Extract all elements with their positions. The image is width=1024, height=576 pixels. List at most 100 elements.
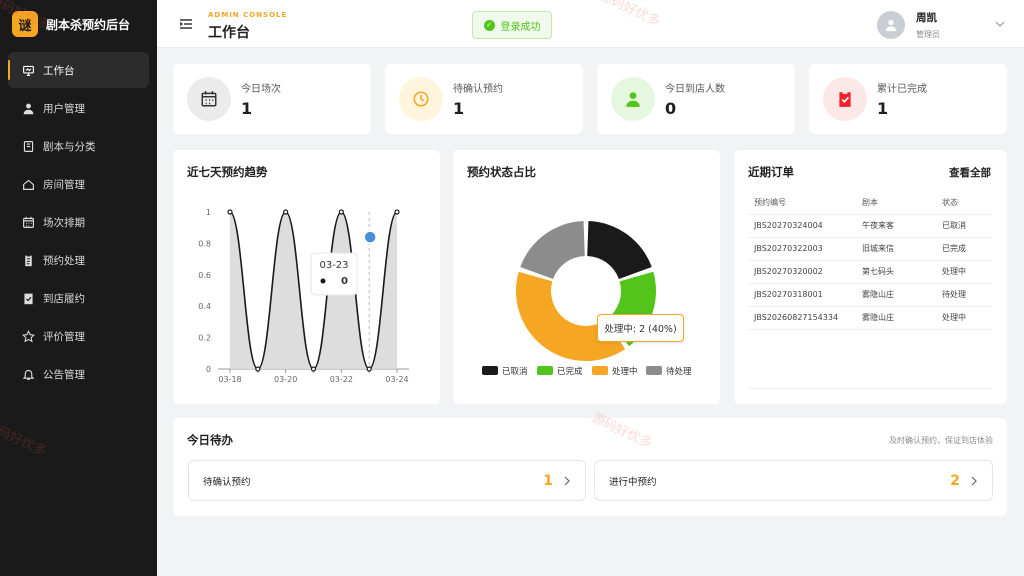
trend-point xyxy=(338,209,344,215)
book-icon xyxy=(23,140,34,152)
bell-icon xyxy=(22,369,35,380)
user-icon xyxy=(23,103,34,114)
user-role: 管理员 xyxy=(916,30,940,39)
sidebar-menu: 工作台 用户管理 剧本与分类 房间管理 场次排期 预约处理 到店履约 评价管理 xyxy=(0,52,157,392)
todo-label: 进行中预约 xyxy=(609,476,657,488)
user-name: 周凯 xyxy=(916,12,937,24)
clock-icon xyxy=(413,91,429,107)
order-id: JBS20260827154334 xyxy=(748,306,856,330)
y-tick-label: 1 xyxy=(206,208,211,217)
sidebar-item-notices[interactable]: 公告管理 xyxy=(8,356,149,392)
user-icon xyxy=(885,19,897,32)
order-status: 处理中 xyxy=(936,306,992,330)
table-row[interactable]: JBS20260827154334 雾隐山庄 处理中 xyxy=(748,306,992,330)
status-chart-card: 预约状态占比 已取消 已完成 处理中 待处理 处理中: 2 (40%) xyxy=(453,150,720,404)
y-tick-label: 0 xyxy=(206,365,211,374)
stat-icon-wrap xyxy=(611,77,655,121)
sidebar-item-scripts[interactable]: 剧本与分类 xyxy=(8,128,149,164)
donut-slice xyxy=(520,221,585,280)
stat-card-pending-bookings[interactable]: 待确认预约 1 xyxy=(385,64,583,134)
order-status: 处理中 xyxy=(936,260,992,284)
user-icon xyxy=(626,92,640,107)
x-tick-label: 03-18 xyxy=(218,375,241,384)
stat-card-today-sessions[interactable]: 今日场次 1 xyxy=(173,64,371,134)
brand[interactable]: 谜 剧本杀预约后台 xyxy=(0,0,157,48)
legend-swatch xyxy=(646,366,662,375)
sidebar-item-label: 场次排期 xyxy=(43,216,85,229)
sidebar-item-label: 公告管理 xyxy=(43,368,85,381)
trend-point xyxy=(283,209,289,215)
page-title: 工作台 xyxy=(208,25,250,41)
header: ADMIN CONSOLE 工作台 ✓ 登录成功 周凯 管理员 xyxy=(157,0,1024,48)
sidebar-item-schedule[interactable]: 场次排期 xyxy=(8,204,149,240)
todo-pending-bookings[interactable]: 待确认预约 1 xyxy=(188,460,586,501)
todo-in-progress-bookings[interactable]: 进行中预约 2 xyxy=(594,460,993,501)
y-tick-label: 0.6 xyxy=(198,271,211,280)
order-id: JBS20270320002 xyxy=(748,260,856,284)
todo-title: 今日待办 xyxy=(187,433,233,447)
trend-chart[interactable]: 0 0.2 0.4 0.6 0.8 1 03-18 03-20 03-22 03-24 03-23… xyxy=(173,150,440,404)
todo-count: 2 xyxy=(950,472,960,489)
donut-tooltip-text: 处理中: 2 (40%) xyxy=(604,324,677,335)
table-header-row: 预约编号 剧本 状态 xyxy=(748,192,992,215)
sidebar-item-checkin[interactable]: 到店履约 xyxy=(8,280,149,316)
order-script: 雾隐山庄 xyxy=(856,283,936,307)
clipboard-icon xyxy=(25,254,32,266)
check-clipboard-icon xyxy=(24,293,33,304)
stat-card-total-completed[interactable]: 累计已完成 1 xyxy=(809,64,1007,134)
tooltip-value: 0 xyxy=(341,276,348,287)
orders-table: 预约编号 剧本 状态 JBS20270324004 午夜来客 已取消 JBS20… xyxy=(748,192,992,330)
sidebar-item-rooms[interactable]: 房间管理 xyxy=(8,166,149,202)
table-footer-divider xyxy=(748,388,992,389)
todo-count: 1 xyxy=(543,472,553,489)
brand-logo: 谜 xyxy=(12,11,38,37)
view-all-link[interactable]: 查看全部 xyxy=(949,165,991,180)
status-donut-chart[interactable]: 已取消 已完成 处理中 待处理 xyxy=(453,150,720,404)
monitor-icon xyxy=(23,65,34,76)
user-menu[interactable]: 周凯 管理员 xyxy=(877,10,940,40)
table-row[interactable]: JBS20270320002 第七码头 处理中 xyxy=(748,260,992,284)
trend-point xyxy=(255,366,261,372)
trend-tooltip: 03-23 0 xyxy=(310,252,358,296)
order-id: JBS20270322003 xyxy=(748,237,856,261)
stat-label: 累计已完成 xyxy=(877,84,927,95)
sidebar-item-label: 预约处理 xyxy=(43,254,85,267)
stat-value: 1 xyxy=(877,99,889,118)
todo-label: 待确认预约 xyxy=(203,476,251,488)
menu-toggle-icon[interactable] xyxy=(179,17,193,31)
legend-label: 处理中 xyxy=(612,366,638,377)
y-tick-label: 0.2 xyxy=(198,334,211,343)
trend-point xyxy=(227,209,233,215)
table-row[interactable]: JBS20270322003 旧城来信 已完成 xyxy=(748,237,992,261)
y-tick-label: 0.8 xyxy=(198,239,211,248)
avatar[interactable] xyxy=(877,11,905,39)
sidebar-item-label: 房间管理 xyxy=(43,178,85,191)
x-tick-label: 03-24 xyxy=(385,375,408,384)
sidebar-item-label: 剧本与分类 xyxy=(43,140,96,153)
stat-icon-wrap xyxy=(187,77,231,121)
stat-icon-wrap xyxy=(823,77,867,121)
chevron-right-icon xyxy=(564,476,570,485)
stat-value: 1 xyxy=(453,99,465,118)
sidebar-item-reviews[interactable]: 评价管理 xyxy=(8,318,149,354)
sidebar-item-label: 工作台 xyxy=(43,64,75,77)
sidebar-item-users[interactable]: 用户管理 xyxy=(8,90,149,126)
calendar-icon xyxy=(23,216,34,228)
trend-point xyxy=(310,366,317,372)
sidebar-item-bookings[interactable]: 预约处理 xyxy=(8,242,149,278)
login-success-toast: ✓ 登录成功 xyxy=(472,11,552,39)
chevron-down-icon[interactable] xyxy=(995,20,1005,28)
column-header: 剧本 xyxy=(856,192,936,215)
donut-slice xyxy=(587,221,652,280)
sidebar-item-dashboard[interactable]: 工作台 xyxy=(8,52,149,88)
table-row[interactable]: JBS20270318001 雾隐山庄 待处理 xyxy=(748,283,992,307)
sidebar-item-label: 到店履约 xyxy=(43,292,85,305)
table-row[interactable]: JBS20270324004 午夜来客 已取消 xyxy=(748,214,992,238)
stat-card-today-visitors[interactable]: 今日到店人数 0 xyxy=(597,64,795,134)
toast-text: 登录成功 xyxy=(500,21,541,33)
sidebar-item-label: 用户管理 xyxy=(43,102,85,115)
todo-hint: 及时确认预约，保证到店体验 xyxy=(889,436,993,445)
order-script: 旧城来信 xyxy=(856,237,936,261)
column-header: 状态 xyxy=(936,192,992,215)
recent-orders-title: 近期订单 xyxy=(748,165,794,179)
